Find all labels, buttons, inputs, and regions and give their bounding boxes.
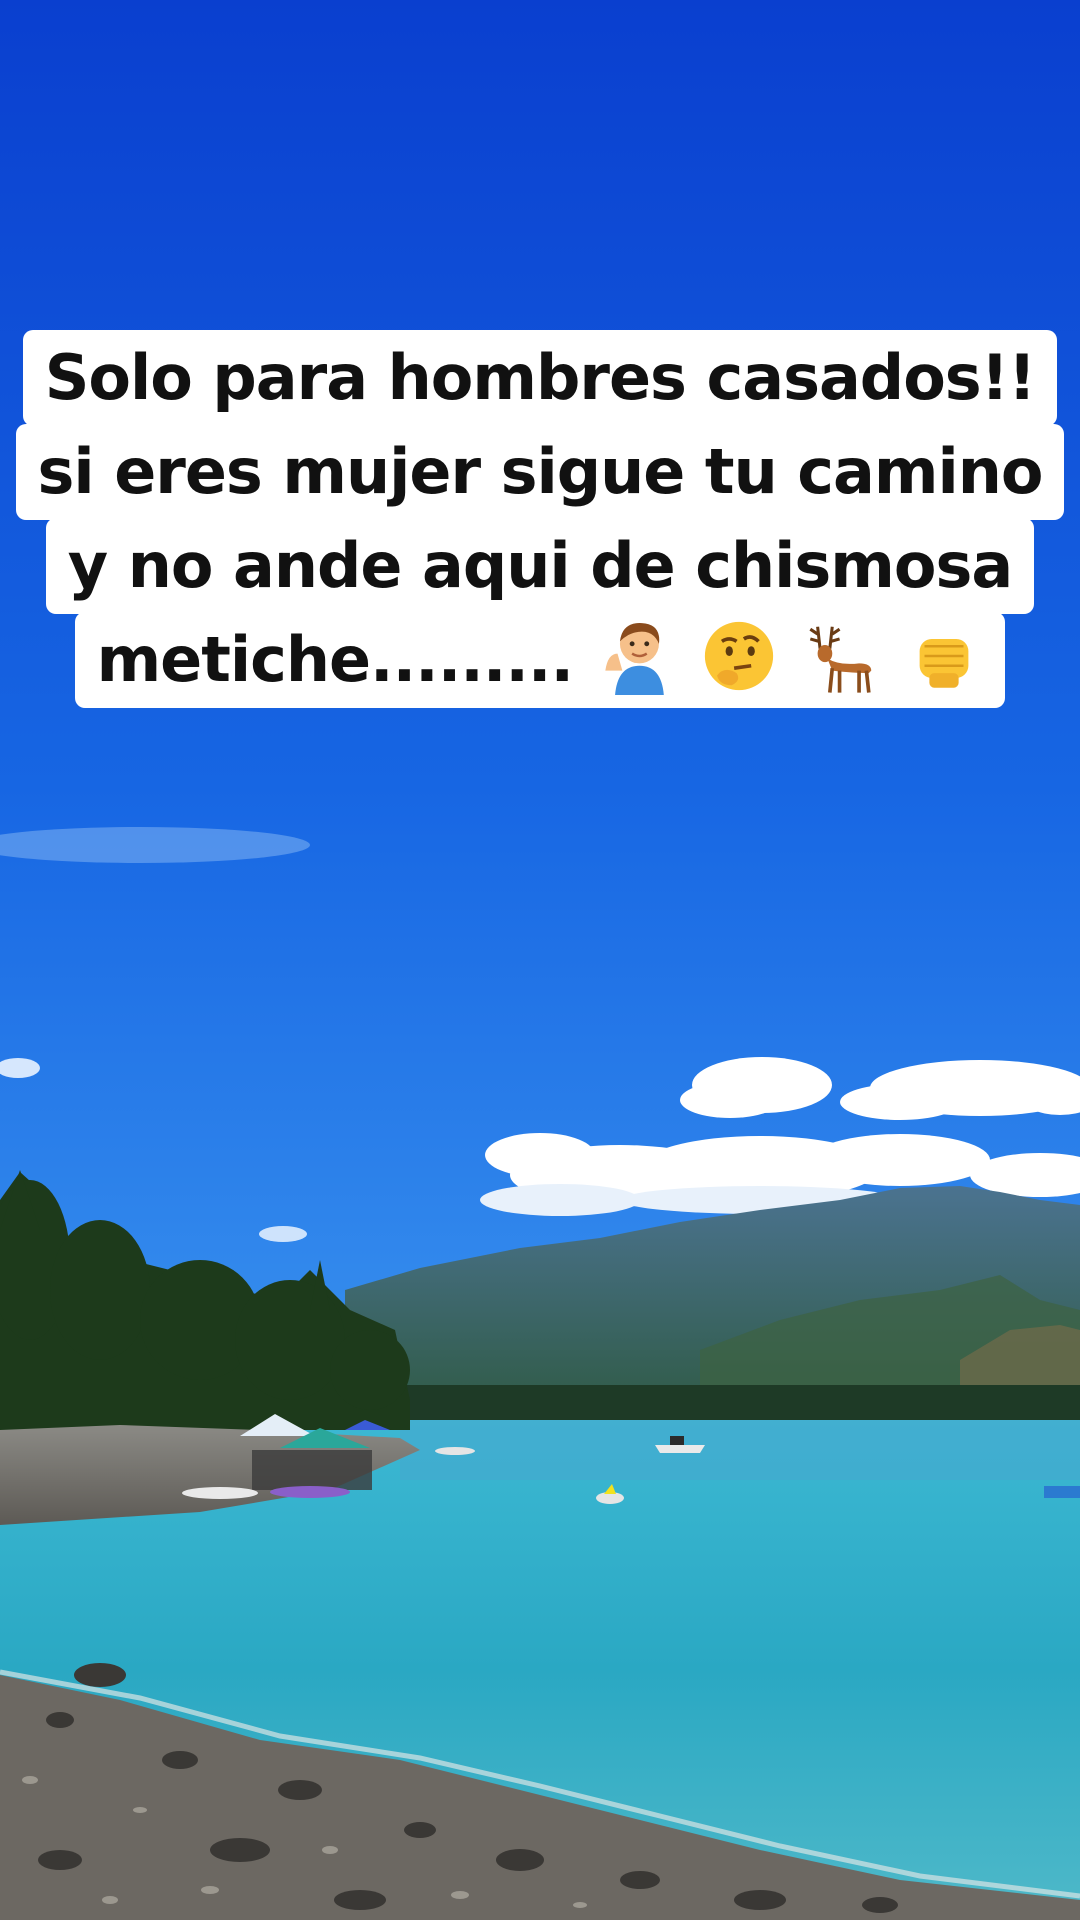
lake-photo-background [0,0,1080,1920]
small-cloud [259,1226,307,1242]
far-water-band [400,1420,1080,1480]
far-treeline [400,1385,1080,1423]
landscape-illustration [0,0,1080,1920]
